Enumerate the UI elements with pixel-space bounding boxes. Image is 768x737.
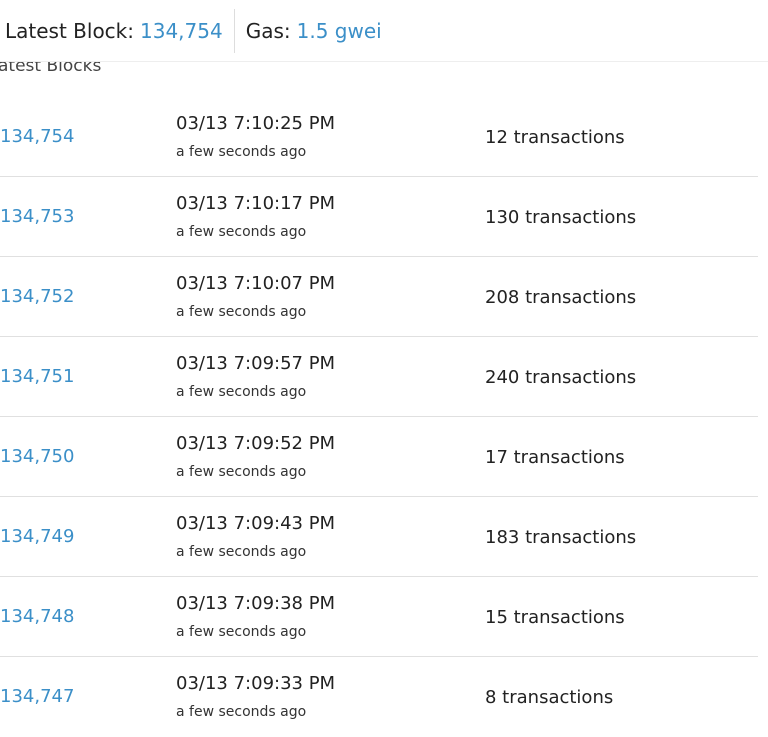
block-number-link[interactable]: 134,747 xyxy=(0,686,74,707)
block-timestamp: 03/13 7:09:38 PM xyxy=(176,593,336,614)
block-transactions: 130 transactions xyxy=(485,207,637,228)
block-number-link[interactable]: 134,748 xyxy=(0,606,74,627)
latest-block-link[interactable]: 134,754 xyxy=(140,21,223,41)
block-transactions: 208 transactions xyxy=(485,287,637,308)
block-timestamp: 03/13 7:09:52 PM xyxy=(176,433,336,454)
block-timestamp: 03/13 7:10:07 PM xyxy=(176,273,336,294)
block-timestamp: 03/13 7:10:17 PM xyxy=(176,193,336,214)
block-age: a few seconds ago xyxy=(176,544,307,560)
block-timestamp: 03/13 7:10:25 PM xyxy=(176,113,336,134)
gas-label: Gas: xyxy=(245,18,291,43)
block-transactions: 240 transactions xyxy=(485,367,637,388)
block-age: a few seconds ago xyxy=(176,704,307,720)
block-age: a few seconds ago xyxy=(176,384,307,400)
block-number-link[interactable]: 134,753 xyxy=(0,206,74,227)
block-number-link[interactable]: 134,751 xyxy=(0,366,74,387)
latest-block-stat: Latest Block: 134,754 xyxy=(0,8,235,53)
stats-header: Latest Block: 134,754 Gas: 1.5 gwei xyxy=(0,0,768,62)
block-timestamp: 03/13 7:09:33 PM xyxy=(176,673,336,694)
block-transactions: 183 transactions xyxy=(485,527,637,548)
table-row: 134,753 03/13 7:10:17 PM a few seconds a… xyxy=(0,177,758,257)
latest-block-label: Latest Block: xyxy=(5,18,134,43)
block-timestamp: 03/13 7:09:43 PM xyxy=(176,513,336,534)
table-row: 134,751 03/13 7:09:57 PM a few seconds a… xyxy=(0,337,758,417)
table-row: 134,748 03/13 7:09:38 PM a few seconds a… xyxy=(0,577,758,657)
table-row: 134,750 03/13 7:09:52 PM a few seconds a… xyxy=(0,417,758,497)
gas-stat: Gas: 1.5 gwei xyxy=(235,21,382,41)
block-number-link[interactable]: 134,752 xyxy=(0,286,74,307)
table-row: 134,749 03/13 7:09:43 PM a few seconds a… xyxy=(0,497,758,577)
gas-value: 1.5 gwei xyxy=(296,18,382,43)
block-timestamp: 03/13 7:09:57 PM xyxy=(176,353,336,374)
block-transactions: 12 transactions xyxy=(485,127,625,148)
block-transactions: 15 transactions xyxy=(485,607,625,628)
block-age: a few seconds ago xyxy=(176,224,307,240)
block-age: a few seconds ago xyxy=(176,304,307,320)
blocks-table: 134,754 03/13 7:10:25 PM a few seconds a… xyxy=(0,97,758,737)
table-row: 134,747 03/13 7:09:33 PM a few seconds a… xyxy=(0,657,758,737)
block-age: a few seconds ago xyxy=(176,144,307,160)
table-row: 134,754 03/13 7:10:25 PM a few seconds a… xyxy=(0,97,758,177)
block-number-link[interactable]: 134,749 xyxy=(0,526,74,547)
block-age: a few seconds ago xyxy=(176,464,307,480)
table-row: 134,752 03/13 7:10:07 PM a few seconds a… xyxy=(0,257,758,337)
block-number-link[interactable]: 134,754 xyxy=(0,126,74,147)
block-transactions: 17 transactions xyxy=(485,447,625,468)
block-transactions: 8 transactions xyxy=(485,687,614,708)
block-number-link[interactable]: 134,750 xyxy=(0,446,74,467)
block-age: a few seconds ago xyxy=(176,624,307,640)
